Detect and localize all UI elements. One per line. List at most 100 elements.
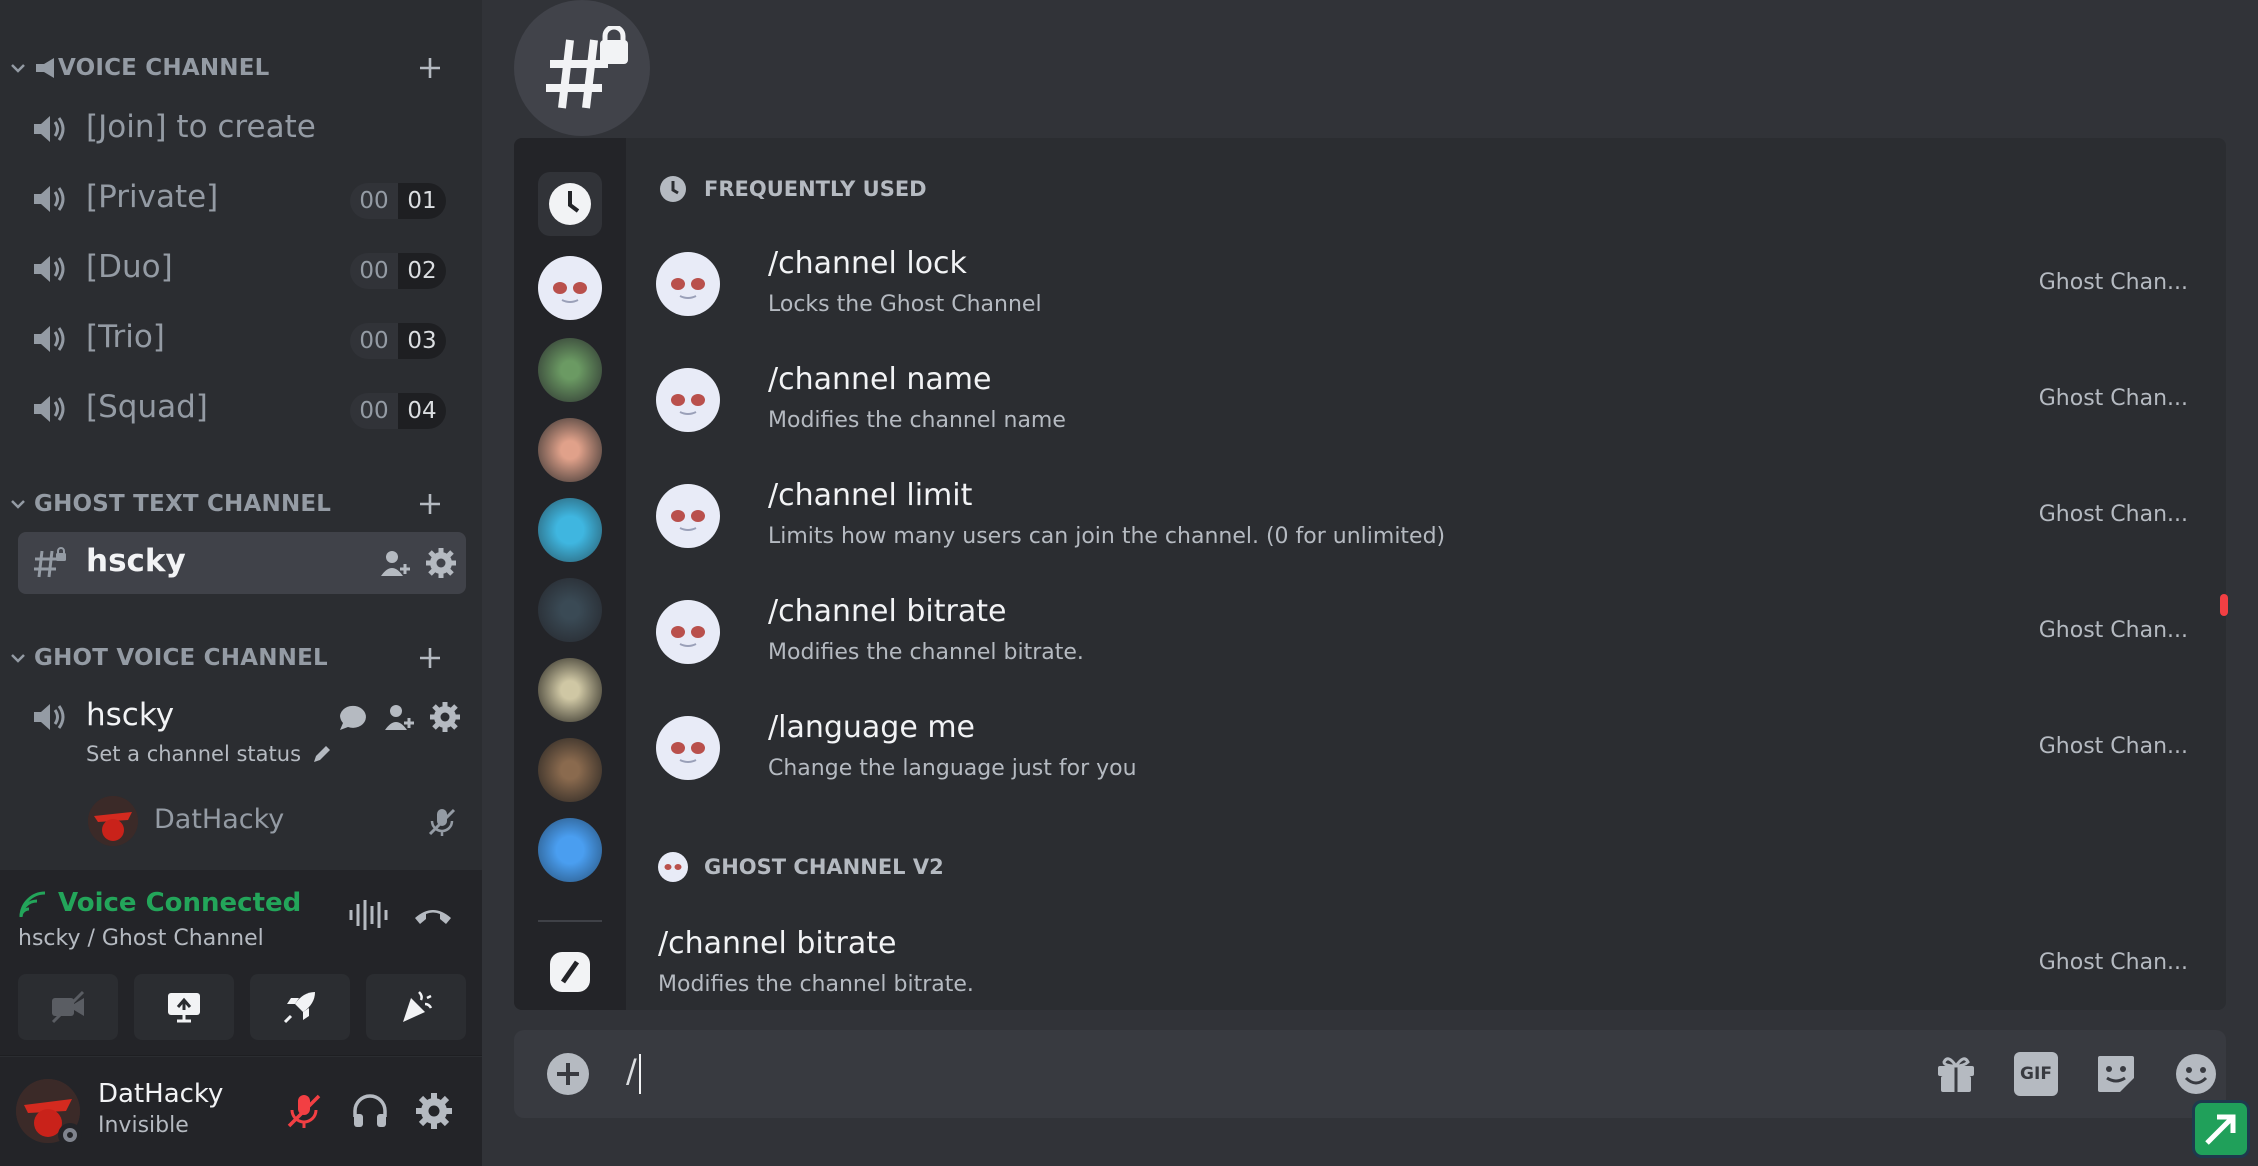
category-label: VOICE CHANNEL xyxy=(58,55,270,81)
user-count: 00 xyxy=(350,323,398,359)
speaker-icon xyxy=(34,186,65,212)
message-input[interactable]: / xyxy=(626,1052,637,1090)
channel-name: [Trio] xyxy=(86,319,165,355)
category-label: GHOT VOICE CHANNEL xyxy=(34,645,328,671)
command-description: Limits how many users can join the chann… xyxy=(768,524,1446,549)
app-tab-5[interactable] xyxy=(538,658,602,722)
app-tab-6[interactable] xyxy=(538,738,602,802)
command-source: Ghost Chan... xyxy=(2038,950,2188,975)
voice-channel-path[interactable]: hscky / Ghost Channel xyxy=(18,926,264,951)
rail-divider xyxy=(538,920,602,922)
add-channel-icon[interactable] xyxy=(417,645,443,671)
locked-hash-icon xyxy=(546,26,628,109)
command-source: Ghost Chan... xyxy=(2038,270,2188,295)
section-frequently-used: FREQUENTLY USED xyxy=(658,174,927,204)
app-tab-7[interactable] xyxy=(538,818,602,882)
ghost-bot-avatar xyxy=(656,252,720,316)
plus-circle-icon[interactable] xyxy=(546,1052,590,1096)
user-limit: 01 xyxy=(398,183,446,219)
invisible-status-indicator xyxy=(58,1123,82,1147)
gear-icon[interactable] xyxy=(414,1091,454,1131)
voice-connection-panel: Voice Connected hscky / Ghost Channel xyxy=(0,870,482,1056)
text-caret xyxy=(639,1054,641,1094)
channel-status-placeholder: Set a channel status xyxy=(86,742,302,766)
muted-microphone-icon[interactable] xyxy=(284,1091,324,1131)
headphones-icon[interactable] xyxy=(350,1091,390,1131)
app-tab-2[interactable] xyxy=(538,418,602,482)
app-tab-4[interactable] xyxy=(538,578,602,642)
voice-member[interactable]: DatHacky xyxy=(88,794,468,850)
noise-suppression-icon[interactable] xyxy=(348,898,390,932)
command-description: Modifies the channel bitrate. xyxy=(768,640,1084,665)
invite-member-icon[interactable] xyxy=(382,700,416,734)
command-name: /channel bitrate xyxy=(768,594,1007,629)
frequently-used-tab[interactable] xyxy=(538,172,602,236)
gift-icon[interactable] xyxy=(1934,1052,1978,1096)
category-ghost-voice-channel[interactable]: GHOT VOICE CHANNEL xyxy=(0,638,482,678)
add-channel-icon[interactable] xyxy=(417,55,443,81)
section-ghost-channel-v2: GHOST CHANNEL V2 xyxy=(658,852,944,882)
gear-icon[interactable] xyxy=(424,546,458,580)
command-description: Modifies the channel bitrate. xyxy=(658,972,974,997)
user-status[interactable]: Invisible xyxy=(98,1113,189,1138)
user-panel: DatHacky Invisible xyxy=(0,1057,482,1166)
command-item[interactable]: /language me Change the language just fo… xyxy=(626,692,2226,808)
voice-channel-duo[interactable]: [Duo] 00 02 xyxy=(18,238,466,300)
emoji-icon[interactable] xyxy=(2174,1052,2218,1096)
section-title: FREQUENTLY USED xyxy=(704,177,927,201)
voice-channel-join[interactable]: [Join] to create xyxy=(18,98,466,160)
member-name: DatHacky xyxy=(154,804,285,835)
voice-channel-squad[interactable]: [Squad] 00 04 xyxy=(18,378,466,440)
command-item[interactable]: /channel limit Limits how many users can… xyxy=(626,460,2226,576)
chat-bubble-icon[interactable] xyxy=(336,700,370,734)
soundboard-button[interactable] xyxy=(366,974,466,1040)
app-tab-1[interactable] xyxy=(538,338,602,402)
slash-command-autocomplete: FREQUENTLY USED /channel lock Locks the … xyxy=(514,138,2226,1010)
invite-member-icon[interactable] xyxy=(378,546,412,580)
voice-channel-hscky[interactable]: hscky xyxy=(18,686,466,748)
gear-icon[interactable] xyxy=(428,700,462,734)
speaker-icon xyxy=(34,256,65,282)
voice-channel-trio[interactable]: [Trio] 00 03 xyxy=(18,308,466,370)
avatar xyxy=(88,796,138,846)
ghost-bot-avatar xyxy=(656,368,720,432)
clock-icon xyxy=(549,183,591,225)
command-item[interactable]: /channel name Modifies the channel name … xyxy=(626,344,2226,460)
command-item[interactable]: /channel bitrate Modifies the channel bi… xyxy=(626,576,2226,692)
command-name: /channel limit xyxy=(768,478,973,513)
voice-channel-private[interactable]: [Private] 00 01 xyxy=(18,168,466,230)
user-limit-badge: 00 04 xyxy=(350,393,446,429)
user-limit-badge: 00 01 xyxy=(350,183,446,219)
user-count: 00 xyxy=(350,393,398,429)
channel-name: [Private] xyxy=(86,179,219,215)
activities-button[interactable] xyxy=(250,974,350,1040)
voice-connected-label[interactable]: Voice Connected xyxy=(58,888,301,918)
category-label: GHOST TEXT CHANNEL xyxy=(34,491,332,517)
category-ghost-text-channel[interactable]: GHOST TEXT CHANNEL xyxy=(0,484,482,524)
chevron-down-icon xyxy=(11,64,25,73)
channel-status-setter[interactable]: Set a channel status xyxy=(86,742,333,766)
app-tab-3[interactable] xyxy=(538,498,602,562)
notification-indicator xyxy=(2220,594,2228,616)
app-shortcut-icon[interactable] xyxy=(2192,1100,2250,1158)
message-input-bar: / GIF xyxy=(514,1030,2226,1118)
external-link-icon xyxy=(2205,1114,2236,1145)
ghost-channel-bot-tab[interactable] xyxy=(538,256,602,320)
username[interactable]: DatHacky xyxy=(98,1079,223,1109)
screen-share-button[interactable] xyxy=(134,974,234,1040)
gif-button[interactable]: GIF xyxy=(2014,1052,2058,1096)
speaker-icon xyxy=(34,116,65,142)
camera-button[interactable] xyxy=(18,974,118,1040)
category-voice-channel[interactable]: VOICE CHANNEL xyxy=(0,48,482,88)
ghost-bot-avatar xyxy=(658,852,688,882)
text-channel-hscky[interactable]: hscky xyxy=(18,532,466,594)
locked-hash-icon xyxy=(34,547,66,578)
command-item[interactable]: /channel bitrate Modifies the channel bi… xyxy=(626,908,2226,1010)
add-channel-icon[interactable] xyxy=(417,491,443,517)
sticker-icon[interactable] xyxy=(2094,1052,2138,1096)
built-in-commands-tab[interactable] xyxy=(550,952,590,992)
channel-name: [Duo] xyxy=(86,249,173,285)
command-source: Ghost Chan... xyxy=(2038,502,2188,527)
disconnect-icon[interactable] xyxy=(412,900,454,930)
command-item[interactable]: /channel lock Locks the Ghost Channel Gh… xyxy=(626,228,2226,344)
